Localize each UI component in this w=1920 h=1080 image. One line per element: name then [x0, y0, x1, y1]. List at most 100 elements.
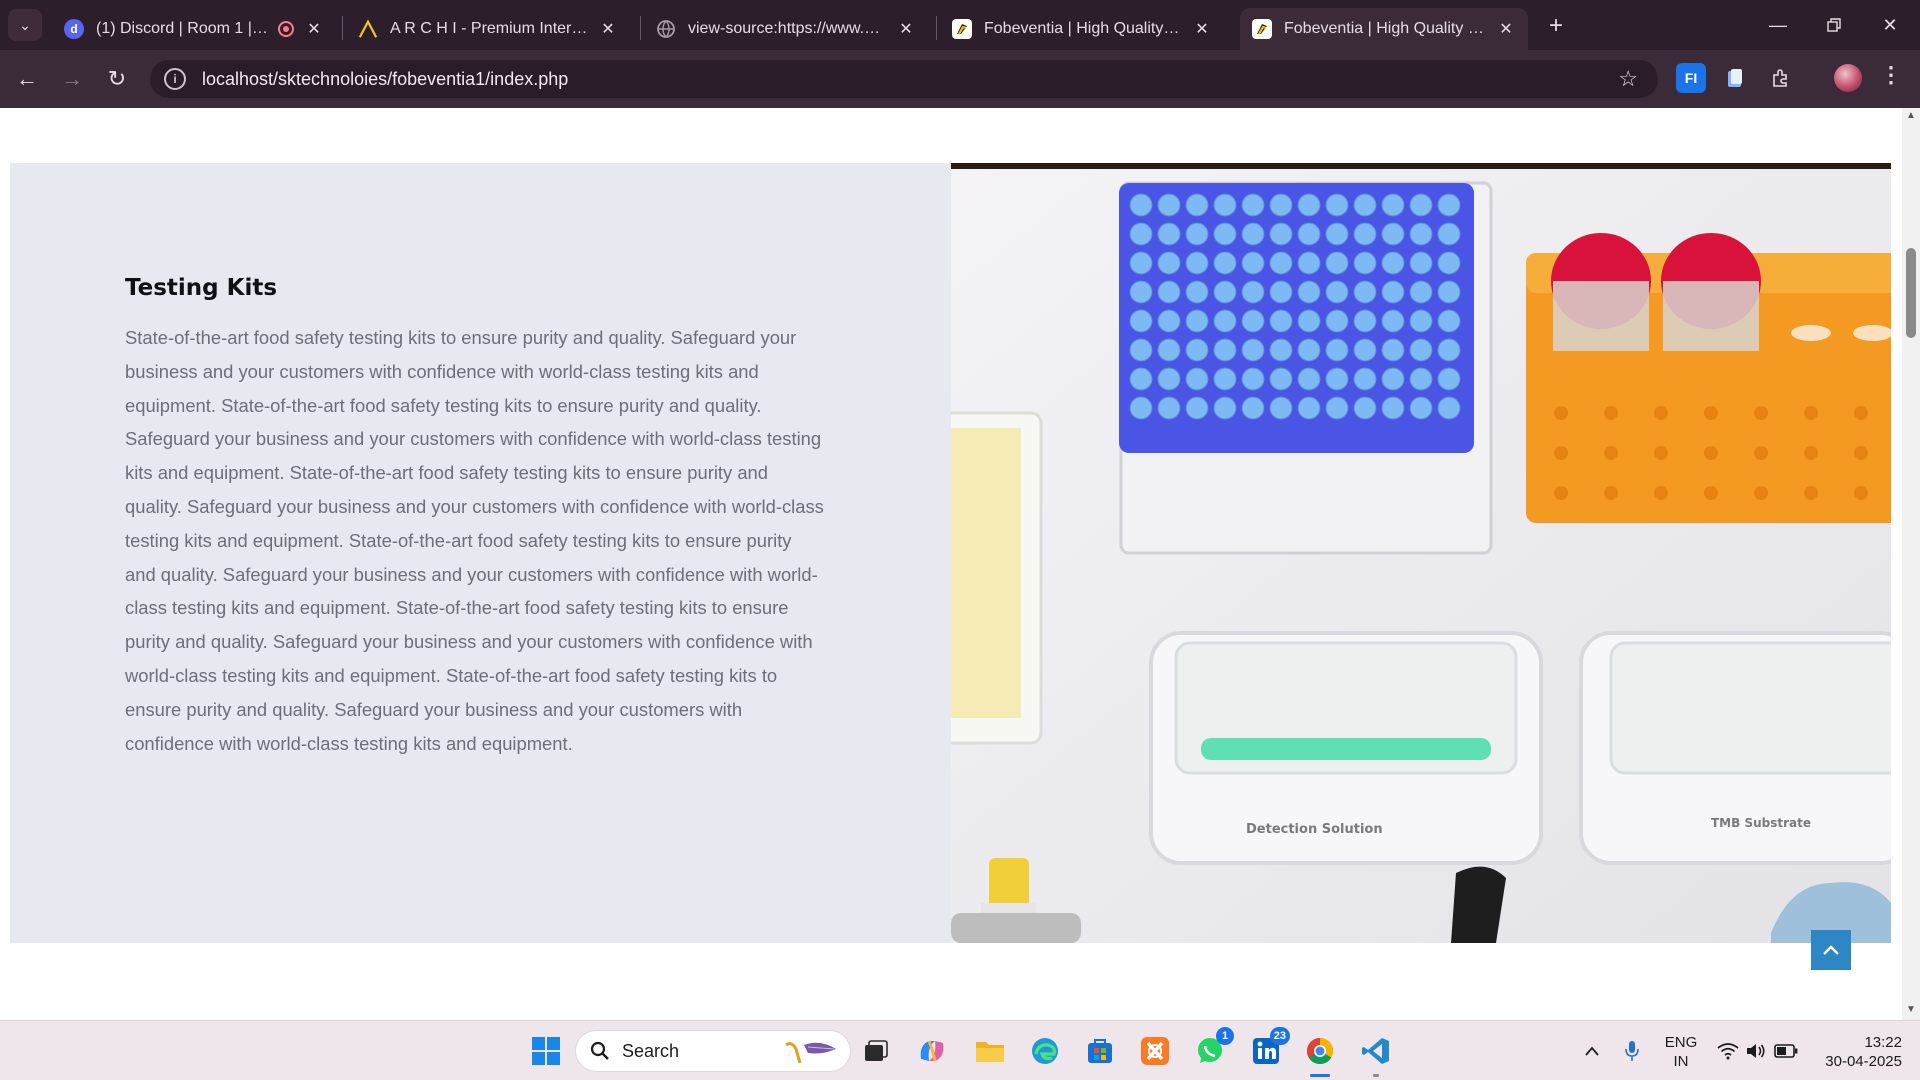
- page-scrollbar[interactable]: ▲ ▼: [1902, 108, 1920, 1020]
- plus-icon: +: [1548, 12, 1563, 39]
- pipette-tip: [1129, 338, 1153, 362]
- image-label-detection: Detection Solution: [1246, 822, 1383, 837]
- pipette-tip: [1157, 396, 1181, 420]
- recording-icon: [278, 21, 294, 37]
- pipette-tip: [1325, 396, 1349, 420]
- pipette-tip: [1157, 367, 1181, 391]
- tab-close-icon[interactable]: ✕: [1192, 19, 1212, 39]
- pipette-tip: [1269, 309, 1293, 333]
- pipette-tip: [1297, 251, 1321, 275]
- forward-button[interactable]: →: [55, 62, 89, 96]
- pipette-tip: [1297, 338, 1321, 362]
- new-tab-button[interactable]: +: [1540, 10, 1572, 42]
- back-button[interactable]: ←: [10, 62, 44, 96]
- extension-clipboard-icon[interactable]: [1720, 63, 1750, 93]
- notification-badge: 1: [1216, 1027, 1234, 1045]
- tab-archi[interactable]: A R C H I - Premium Interior De ✕: [346, 8, 630, 50]
- pipette-tip: [1437, 251, 1461, 275]
- scroll-up-arrow-icon[interactable]: ▲: [1902, 110, 1920, 124]
- bookmark-star-icon[interactable]: ☆: [1618, 66, 1638, 92]
- windows-start-icon[interactable]: [528, 1033, 564, 1069]
- pipette-tip: [1269, 251, 1293, 275]
- pipette-tip: [1185, 193, 1209, 217]
- chrome-icon[interactable]: [1302, 1033, 1338, 1077]
- pipette-tip: [1213, 193, 1237, 217]
- pipette-tip: [1157, 193, 1181, 217]
- testing-kits-section: Testing Kits State-of-the-art food safet…: [10, 163, 1891, 943]
- tab-close-icon[interactable]: ✕: [1496, 19, 1516, 39]
- linkedin-icon[interactable]: 23: [1248, 1027, 1290, 1069]
- edge-icon[interactable]: [1027, 1033, 1063, 1069]
- close-window-button[interactable]: ✕: [1862, 8, 1918, 42]
- pipette-tip: [1213, 367, 1237, 391]
- whatsapp-icon[interactable]: 1: [1192, 1027, 1234, 1069]
- pipette-tip: [1185, 280, 1209, 304]
- task-view-icon[interactable]: [858, 1033, 894, 1069]
- vscode-icon[interactable]: [1358, 1033, 1394, 1077]
- show-hidden-icons-chevron-icon[interactable]: [1574, 1033, 1610, 1069]
- pipette-tip: [1129, 193, 1153, 217]
- site-info-icon[interactable]: i: [164, 68, 186, 90]
- back-to-top-button[interactable]: [1811, 930, 1851, 970]
- feature-text-block: Testing Kits State-of-the-art food safet…: [125, 275, 825, 760]
- url-text[interactable]: localhost/sktechnoloies/fobeventia1/inde…: [202, 69, 568, 90]
- restore-button[interactable]: [1806, 8, 1862, 42]
- tab-title: view-source:https://www.madel: [688, 20, 886, 37]
- microphone-icon[interactable]: [1614, 1033, 1650, 1069]
- pipette-tip: [1325, 338, 1349, 362]
- clock[interactable]: 13:22 30-04-2025: [1812, 1033, 1902, 1071]
- tab-title: A R C H I - Premium Interior De: [390, 20, 588, 37]
- reload-icon: ↻: [107, 66, 127, 91]
- pipette-tip: [1381, 251, 1405, 275]
- pipette-tip: [1157, 280, 1181, 304]
- extensions-puzzle-icon[interactable]: [1766, 63, 1796, 93]
- pipette-tip: [1269, 367, 1293, 391]
- pipette-tip: [1241, 396, 1265, 420]
- testing-kits-image: /* drawn by script below */: [951, 163, 1891, 943]
- pipette-tip: [1129, 280, 1153, 304]
- arrow-left-icon: ←: [16, 66, 38, 91]
- scroll-down-arrow-icon[interactable]: ▼: [1902, 1004, 1920, 1018]
- pipette-tip: [1185, 222, 1209, 246]
- microsoft-store-icon[interactable]: [1082, 1033, 1118, 1069]
- pipette-tip: [1213, 338, 1237, 362]
- pipette-tip: [1269, 338, 1293, 362]
- xampp-icon[interactable]: [1137, 1033, 1173, 1069]
- input-language-indicator[interactable]: ENG IN: [1660, 1033, 1702, 1071]
- address-bar[interactable]: i localhost/sktechnoloies/fobeventia1/in…: [150, 60, 1658, 98]
- taskbar-search-box[interactable]: Search: [576, 1031, 850, 1071]
- tab-close-icon[interactable]: ✕: [598, 19, 618, 39]
- language-code: ENG: [1664, 1034, 1698, 1051]
- pipette-tip: [1325, 222, 1349, 246]
- minimize-button[interactable]: —: [1750, 8, 1806, 42]
- extension-fi-icon[interactable]: FI: [1676, 63, 1706, 93]
- battery-icon[interactable]: [1768, 1033, 1804, 1069]
- browser-menu-icon[interactable]: ⋮: [1880, 62, 1902, 88]
- tab-fobeventia-active[interactable]: Fobeventia | High Quality Food ✕: [1240, 8, 1528, 50]
- copilot-icon[interactable]: [914, 1033, 950, 1069]
- pipette-tip: [1241, 193, 1265, 217]
- notification-badge: 23: [1269, 1027, 1290, 1045]
- pipette-tip: [1381, 222, 1405, 246]
- clock-date: 30-04-2025: [1825, 1053, 1902, 1070]
- open-indicator: [1373, 1074, 1379, 1077]
- pipette-tip: [1325, 251, 1349, 275]
- section-heading: Testing Kits: [125, 275, 278, 301]
- pipette-tip: [1325, 367, 1349, 391]
- pipette-tip: [1185, 338, 1209, 362]
- minimize-icon: —: [1769, 14, 1787, 35]
- tab-fobeventia-1[interactable]: Fobeventia | High Quality Food ✕: [940, 8, 1224, 50]
- tab-discord[interactable]: d (1) Discord | Room 1 | SK Inf ✕: [52, 8, 336, 50]
- search-highlight-icon: [785, 1042, 836, 1064]
- tab-view-source[interactable]: view-source:https://www.madel ✕: [644, 8, 928, 50]
- scroll-thumb[interactable]: [1906, 248, 1916, 338]
- pipette-tip: [1353, 222, 1377, 246]
- tab-close-icon[interactable]: ✕: [304, 19, 324, 39]
- pipette-tip: [1157, 338, 1181, 362]
- pipette-tip: [1381, 280, 1405, 304]
- profile-avatar[interactable]: [1834, 64, 1862, 92]
- tab-search-dropdown[interactable]: ⌄: [8, 9, 42, 41]
- reload-button[interactable]: ↻: [100, 62, 134, 96]
- tab-close-icon[interactable]: ✕: [896, 19, 916, 39]
- file-explorer-icon[interactable]: [972, 1033, 1008, 1069]
